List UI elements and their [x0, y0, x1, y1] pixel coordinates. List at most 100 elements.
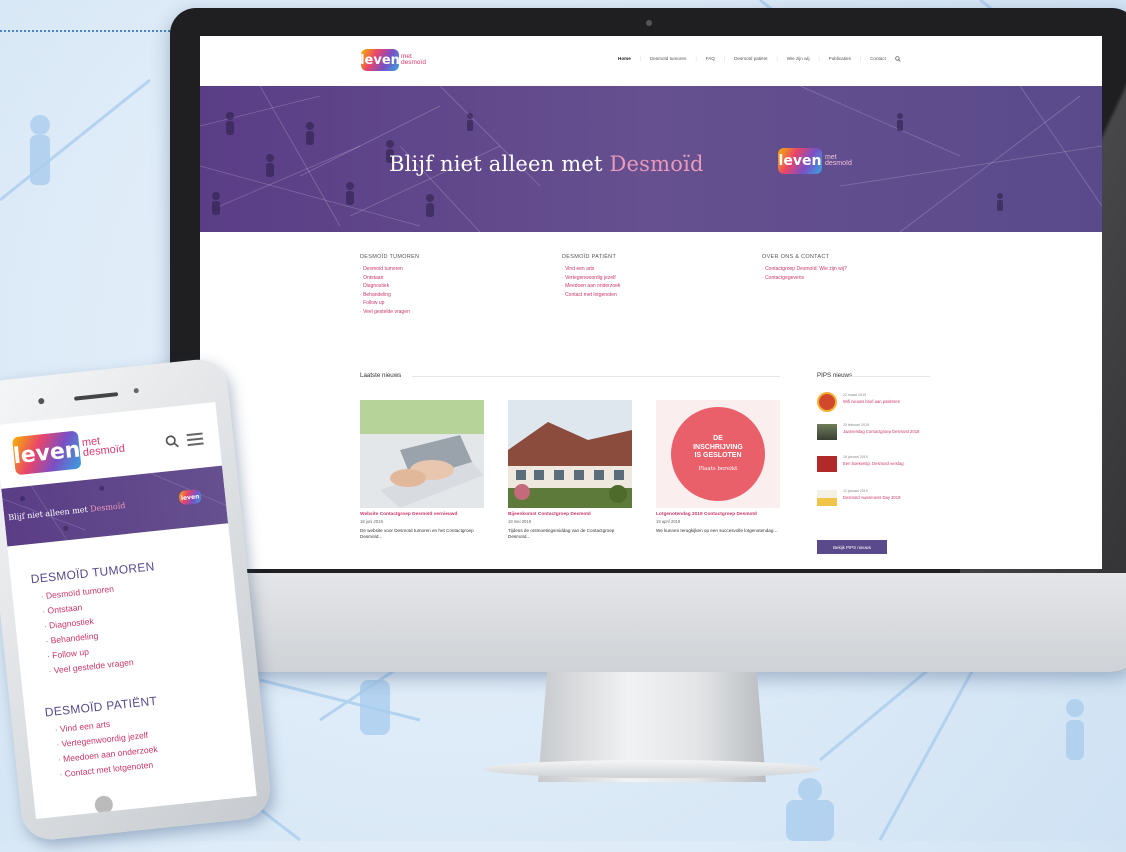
nav-desmoid-patient[interactable]: Desmoïd patiënt: [734, 56, 767, 63]
pips-thumb: [817, 392, 837, 412]
column-over-ons: OVER ONS & CONTACT Contactgroep Desmoïd:…: [762, 254, 952, 282]
hero-banner: Blijf niet alleen met Desmoïd leven met …: [200, 86, 1102, 232]
mobile-link-list: Vind een arts Vertegenwoordig jezelf Mee…: [46, 712, 164, 783]
badge-line: DE: [713, 435, 723, 442]
main-nav: Home | Desmoïd tumoren | FAQ | Desmoïd p…: [618, 56, 901, 63]
phone-mockup: leven met desmoïd Blijf niet alleen met: [0, 356, 284, 852]
pips-item[interactable]: 20 februari 2019 Jaarverslag Contactgroe…: [817, 422, 937, 450]
news-card-date: 18 juni 2019: [360, 519, 383, 524]
pips-text[interactable]: Wifi nieuws brief aan patiënten: [843, 399, 935, 404]
pips-text[interactable]: Een boekentip: Desmoïd verslag: [843, 461, 935, 466]
link-list: Desmoïd tumoren Ontstaan Diagnostiek Beh…: [360, 265, 550, 317]
scroll-button[interactable]: [93, 794, 114, 815]
pips-more-button[interactable]: Bekijk PIPS nieuws: [817, 540, 887, 554]
mobile-logo-mark: leven: [12, 430, 82, 476]
news-card-excerpt: De website voor Desmoïd tumoren en het C…: [360, 528, 474, 539]
pips-section-title: PIPS nieuws: [817, 372, 853, 379]
registration-closed-badge: DE INSCHRIJVING IS GESLOTEN Plaats berei…: [671, 407, 765, 501]
column-link[interactable]: Vertegenwoordig jezelf: [562, 274, 752, 283]
column-desmoid-tumoren: DESMOÏD TUMOREN Desmoïd tumoren Ontstaan…: [360, 254, 550, 317]
nav-separator: |: [859, 56, 862, 61]
desktop-header: leven met desmoïd Home | Desmoïd tumoren…: [200, 36, 1102, 87]
news-card[interactable]: DE INSCHRIJVING IS GESLOTEN Plaats berei…: [656, 400, 780, 534]
pips-text[interactable]: Desmoïd Awareness Day 2019: [843, 495, 935, 500]
logo-mark: leven: [360, 49, 400, 71]
desktop-website: leven met desmoïd Home | Desmoïd tumoren…: [200, 36, 1102, 569]
search-icon[interactable]: [895, 56, 901, 63]
column-link[interactable]: Vind een arts: [562, 265, 752, 274]
nav-wie-zijn-wij[interactable]: Wie zijn wij: [787, 56, 810, 63]
mobile-section-desmoid-patient: DESMOÏD PATIËNT Vind een arts Vertegenwo…: [44, 694, 164, 783]
phone-sensor-icon: [133, 387, 139, 394]
pips-item[interactable]: 18 januari 2019 Een boekentip: Desmoïd v…: [817, 454, 937, 482]
badge-line: INSCHRIJVING: [693, 443, 743, 451]
desktop-logo[interactable]: leven met desmoïd: [360, 49, 426, 71]
column-link[interactable]: Ontstaan: [360, 274, 550, 283]
nav-separator: |: [818, 56, 820, 61]
pips-date: 18 januari 2019: [843, 455, 868, 459]
column-link[interactable]: Veel gestelde vragen: [360, 308, 550, 317]
hero-title: Blijf niet alleen met Desmoïd: [389, 152, 704, 176]
link-list: Vind een arts Vertegenwoordig jezelf Mee…: [562, 265, 752, 299]
phone-frame: leven met desmoïd Blijf niet alleen met: [0, 356, 273, 843]
nav-faq[interactable]: FAQ: [706, 56, 715, 63]
news-card-title[interactable]: Lotgenotendag 2019 Contactgroep Desmoïd: [656, 512, 780, 518]
pips-thumb: [817, 456, 837, 472]
column-title: DESMOÏD TUMOREN: [360, 254, 420, 260]
pips-thumb: [817, 490, 837, 506]
column-link[interactable]: Desmoïd tumoren: [360, 265, 550, 274]
search-icon[interactable]: [165, 434, 181, 454]
nav-contact[interactable]: Contact: [870, 56, 886, 63]
nav-publicaties[interactable]: Publicaties: [829, 56, 851, 63]
hero-title-prefix: Blijf niet alleen met: [389, 152, 603, 176]
mobile-hero-banner: Blijf niet alleen met Desmoïd leven: [1, 465, 229, 547]
pips-thumb: [817, 424, 837, 440]
news-card-title[interactable]: Bijeenkomst Contactgroep Desmoïd: [508, 512, 632, 518]
news-image-building: [508, 400, 632, 508]
news-card-date: 19 april 2019: [656, 519, 681, 524]
column-link[interactable]: Meedoen aan onderzoek: [562, 282, 752, 291]
news-image-laptop: [360, 400, 484, 508]
news-card[interactable]: Bijeenkomst Contactgroep Desmoïd 18 mei …: [508, 400, 632, 540]
pips-item[interactable]: 12 januari 2019 Desmoïd Awareness Day 20…: [817, 488, 937, 516]
mobile-logo-subtitle: met desmoïd: [81, 435, 125, 459]
column-link[interactable]: Diagnostiek: [360, 282, 550, 291]
imac-stand-base: [484, 760, 820, 778]
column-title: OVER ONS & CONTACT: [762, 254, 830, 260]
hamburger-menu-icon[interactable]: [186, 430, 204, 450]
news-card-title[interactable]: Website Contactgroep Desmoïd vernieuwd: [360, 512, 484, 518]
pips-date: 12 januari 2019: [843, 489, 868, 493]
column-title: DESMOÏD PATIËNT: [562, 254, 617, 260]
mobile-website: leven met desmoïd Blijf niet alleen met: [0, 401, 257, 820]
column-link[interactable]: Contactgegevens: [762, 274, 952, 283]
link-list: Contactgroep Desmoïd: Wie zijn wij? Cont…: [762, 265, 952, 282]
hero-title-accent: Desmoïd: [609, 152, 704, 176]
nav-separator: |: [639, 56, 641, 61]
column-link[interactable]: Contactgroep Desmoïd: Wie zijn wij?: [762, 265, 852, 274]
nav-desmoid-tumoren[interactable]: Desmoïd tumoren: [650, 56, 687, 63]
badge-line: IS GESLOTEN: [694, 452, 742, 459]
news-card-excerpt: Tijdens de ontmoetingsmiddag van de Cont…: [508, 528, 615, 539]
column-link[interactable]: Behandeling: [360, 291, 550, 300]
news-card[interactable]: Website Contactgroep Desmoïd vernieuwd 1…: [360, 400, 484, 540]
mobile-link-list: Desmoïd tumoren Ontstaan Diagnostiek Beh…: [32, 577, 165, 679]
mobile-logo[interactable]: leven met desmoïd: [12, 426, 127, 476]
news-card-excerpt: We kunnen terugkijken op een succesvolle…: [656, 528, 778, 533]
phone-speaker: [74, 392, 119, 401]
column-link[interactable]: Contact met lotgenoten: [562, 291, 752, 300]
nav-home[interactable]: Home: [618, 56, 631, 63]
column-link[interactable]: Follow up: [360, 299, 550, 308]
dotted-line: [0, 30, 170, 32]
phone-camera-icon: [38, 397, 45, 405]
mobile-section-desmoid-tumoren: DESMOÏD TUMOREN Desmoïd tumoren Ontstaan…: [30, 559, 165, 679]
pips-item[interactable]: 22 maart 2019 Wifi nieuws brief aan pati…: [817, 392, 937, 420]
imac-chin: [170, 573, 1126, 672]
pips-text[interactable]: Jaarverslag Contactgroep Desmoïd 2018: [843, 429, 935, 434]
hero-logo: leven met desmoïd: [778, 148, 852, 174]
divider: [412, 376, 780, 377]
news-card-date: 18 mei 2019: [508, 519, 532, 524]
logo-subtitle: met desmoïd: [401, 53, 426, 66]
news-section-title: Laatste nieuws: [360, 372, 402, 379]
mobile-hero-logo: leven: [178, 489, 202, 506]
column-desmoid-patient: DESMOÏD PATIËNT Vind een arts Vertegenwo…: [562, 254, 752, 299]
